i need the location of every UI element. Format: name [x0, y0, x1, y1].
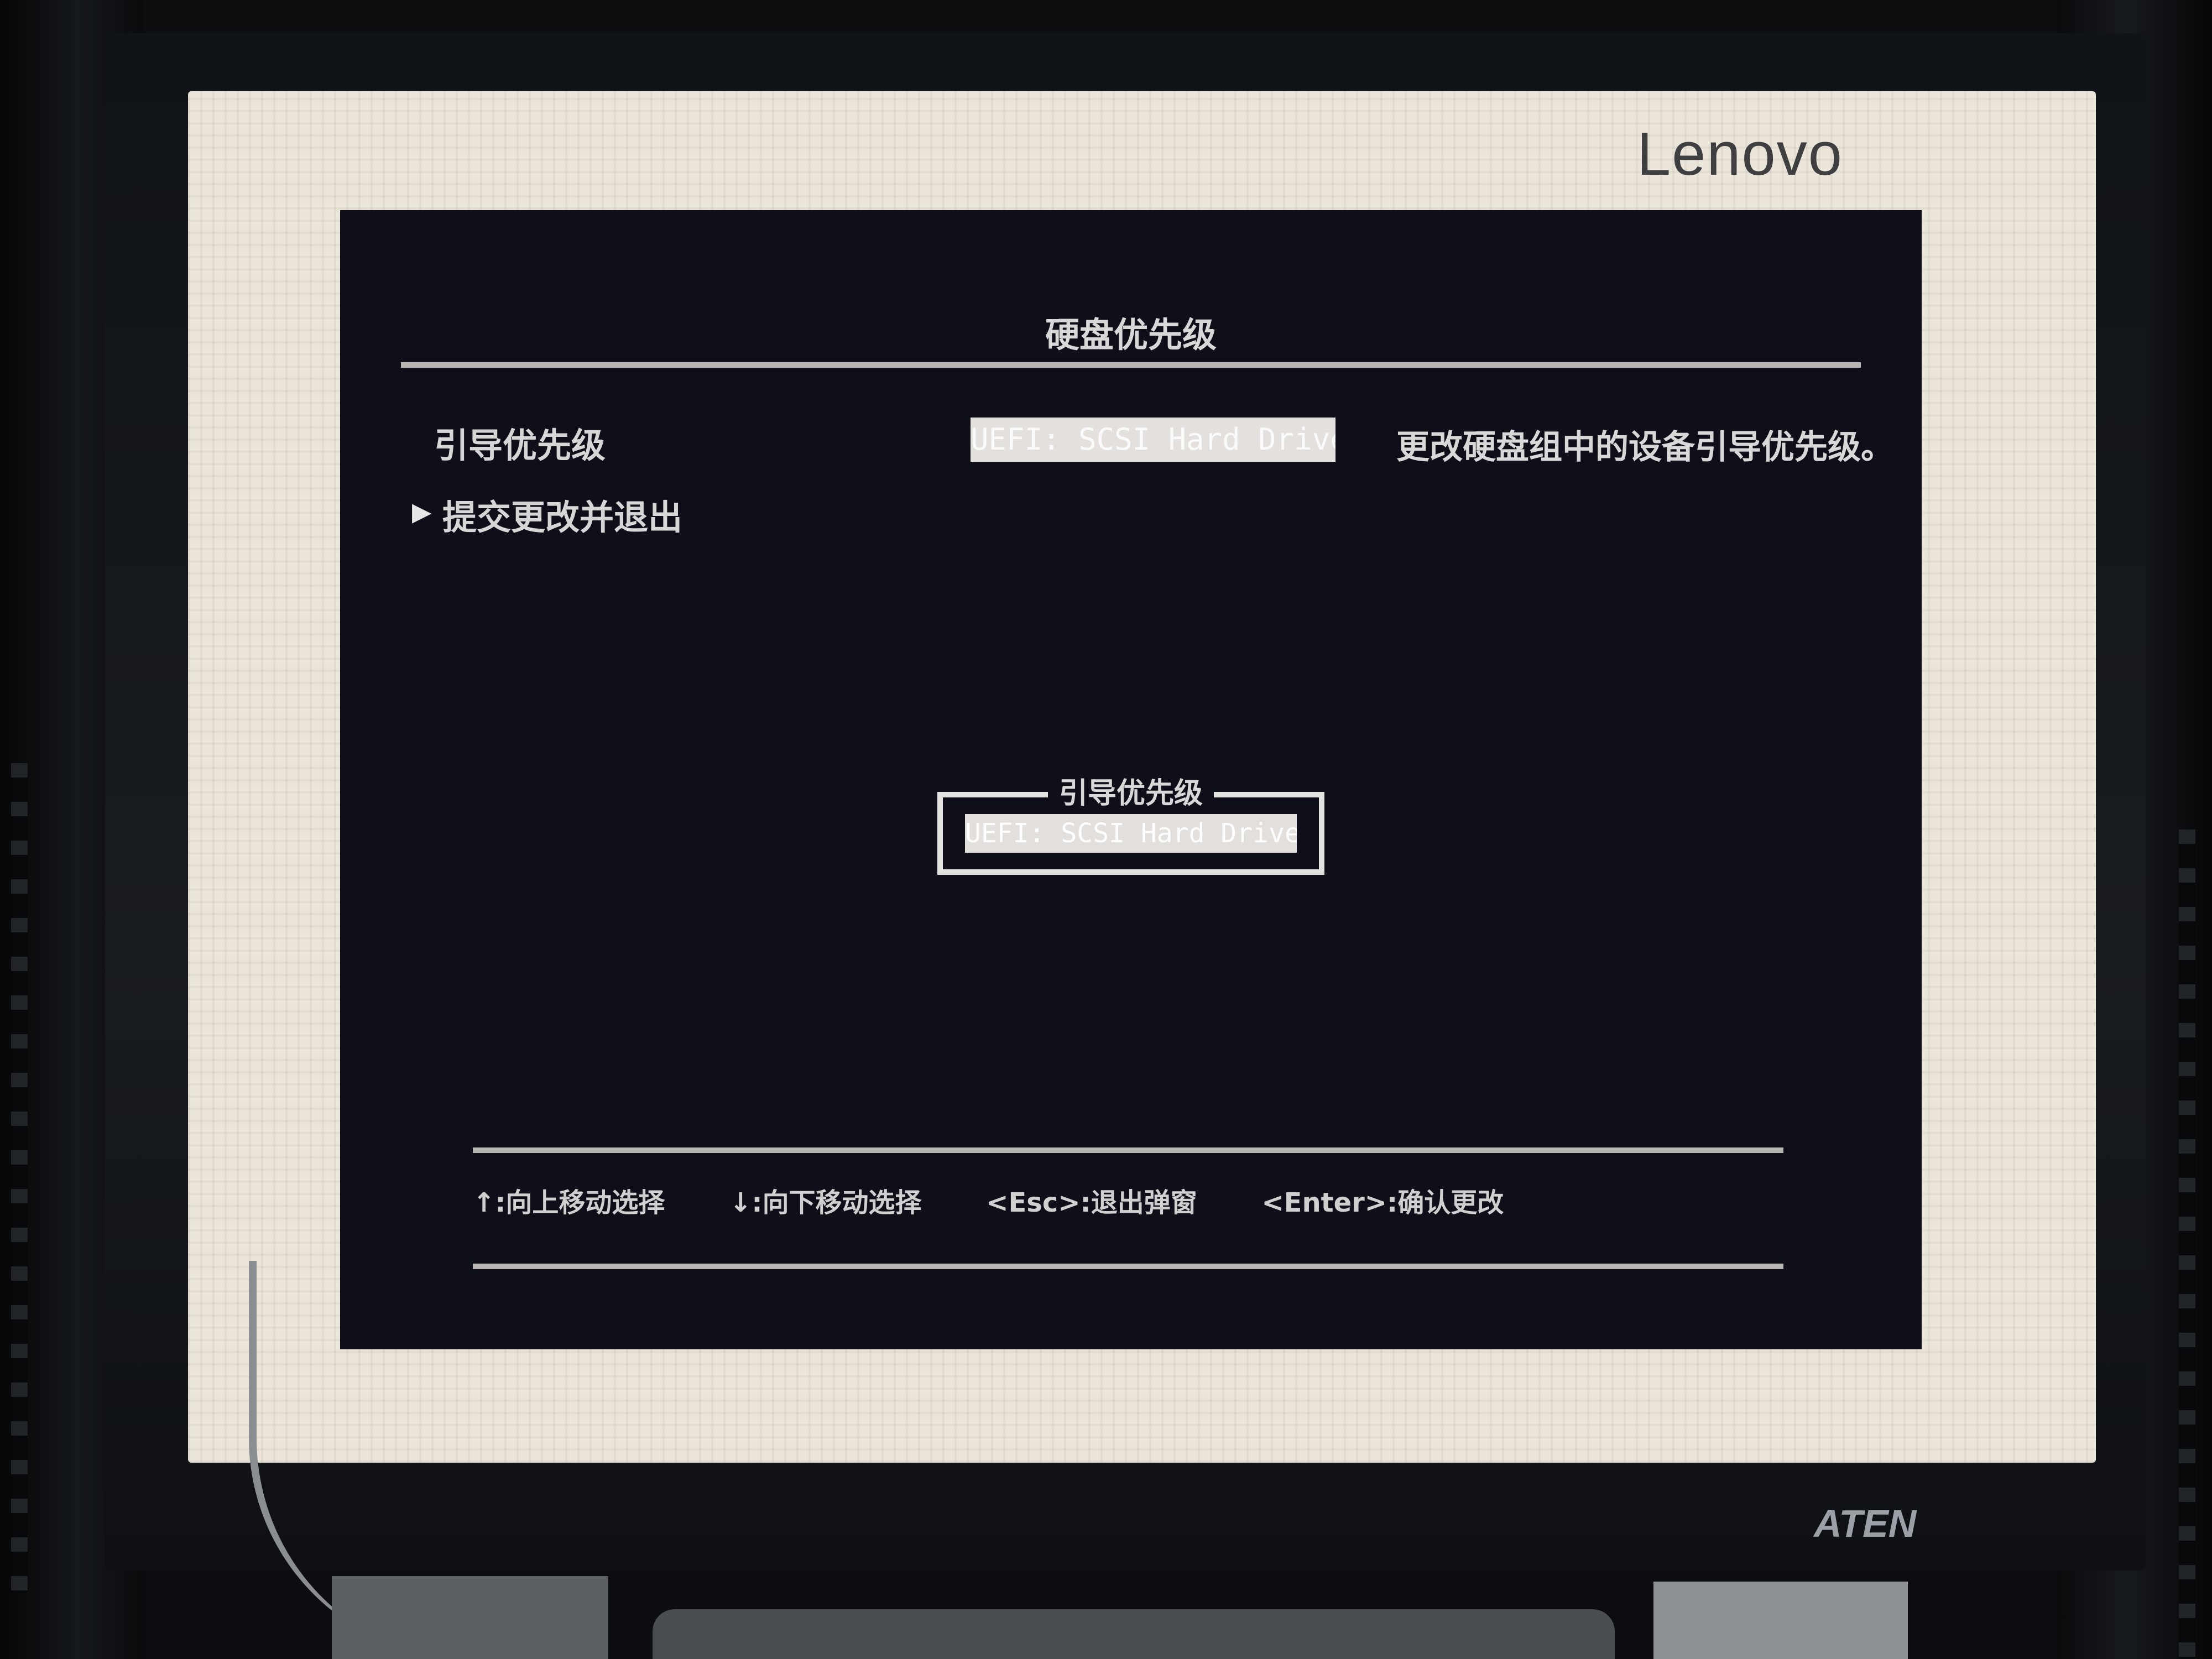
title-divider: [401, 362, 1861, 368]
rack-top-rail: [0, 0, 2212, 33]
footer-divider-top: [473, 1147, 1783, 1153]
hint-escape: <Esc>:退出弹窗: [986, 1187, 1197, 1218]
hint-move-down: ↓:向下移动选择: [729, 1187, 922, 1218]
key-hints: ↑:向上移动选择 ↓:向下移动选择 <Esc>:退出弹窗 <Enter>:确认更…: [473, 1181, 1559, 1219]
footer-divider-bottom: [473, 1264, 1783, 1269]
popup-option-selected[interactable]: UEFI: SCSI Hard Drive: [965, 814, 1297, 853]
brand-logo: Lenovo: [1637, 120, 1843, 188]
hinge-left: [332, 1576, 608, 1659]
keyboard-tray: [653, 1609, 1615, 1659]
boot-priority-field[interactable]: UEFI: SCSI Hard Drive: [971, 418, 1335, 462]
bios-screen: 硬盘优先级 引导优先级 UEFI: SCSI Hard Drive 更改硬盘组中…: [340, 210, 1922, 1349]
help-text: 更改硬盘组中的设备引导优先级。: [1396, 428, 1894, 467]
boot-priority-popup: 引导优先级 UEFI: SCSI Hard Drive: [937, 770, 1324, 875]
hinge-right: [1653, 1582, 1908, 1659]
popup-title: 引导优先级: [1047, 770, 1214, 811]
page-title: 硬盘优先级: [1045, 315, 1217, 355]
hint-enter: <Enter>:确认更改: [1261, 1187, 1504, 1218]
rack-holes-left: [11, 763, 28, 1593]
boot-priority-label: 引导优先级: [434, 425, 606, 466]
vendor-logo: ATEN: [1814, 1502, 1917, 1545]
triangle-right-icon: ▶: [412, 497, 432, 526]
submit-and-exit-item[interactable]: 提交更改并退出: [442, 489, 682, 539]
hint-move-up: ↑:向上移动选择: [473, 1187, 665, 1218]
rack-holes-right: [2179, 830, 2195, 1659]
